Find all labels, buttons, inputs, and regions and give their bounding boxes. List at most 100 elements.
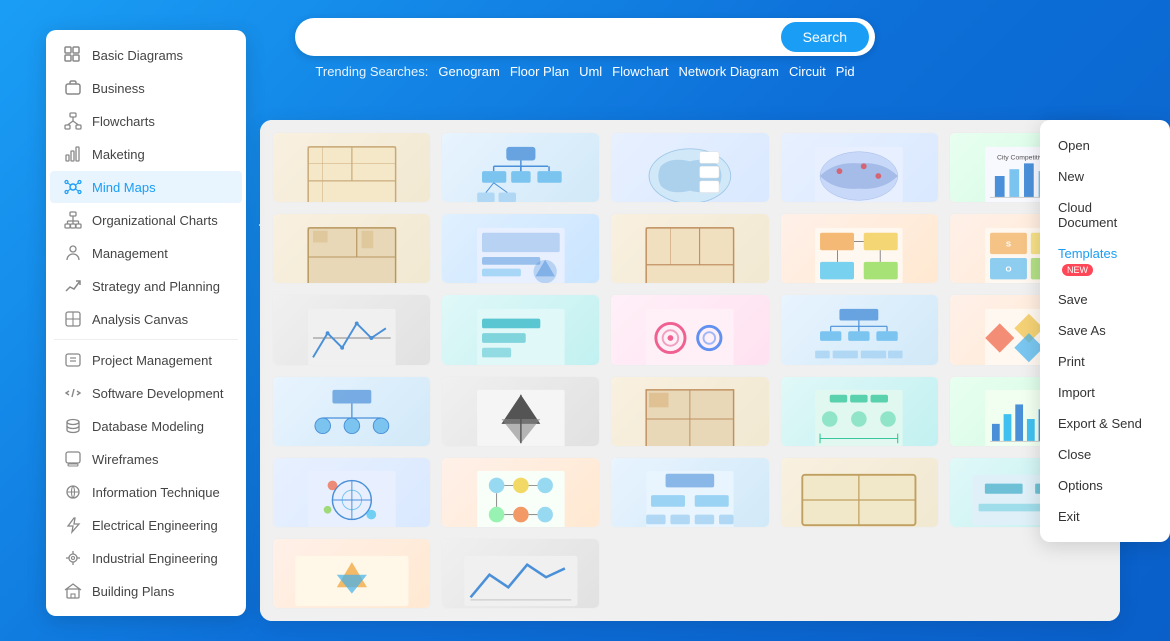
- template-card-home-plan-1[interactable]: Home Plan 1: [272, 132, 431, 203]
- sidebar-item-info-tech[interactable]: Information Technique: [50, 476, 242, 508]
- wire-icon: [64, 450, 82, 468]
- right-menu-cloud[interactable]: Cloud Document: [1040, 192, 1170, 238]
- sidebar-item-business[interactable]: Business: [50, 72, 242, 104]
- right-menu-new[interactable]: New: [1040, 161, 1170, 192]
- elec-icon: [64, 516, 82, 534]
- sidebar-item-database[interactable]: Database Modeling: [50, 410, 242, 442]
- template-thumb: [273, 133, 430, 203]
- template-thumb: [273, 458, 430, 528]
- template-thumb: [442, 458, 599, 528]
- right-menu-export[interactable]: Export & Send: [1040, 408, 1170, 439]
- template-thumb: [611, 214, 768, 284]
- right-menu-print[interactable]: Print: [1040, 346, 1170, 377]
- analysis-icon: [64, 310, 82, 328]
- right-menu-save[interactable]: Save: [1040, 284, 1170, 315]
- sidebar-item-maketing[interactable]: Maketing: [50, 138, 242, 170]
- template-thumb: [442, 295, 599, 365]
- sidebar-item-database-label: Database Modeling: [92, 419, 204, 434]
- sidebar-item-analysis-label: Analysis Canvas: [92, 312, 188, 327]
- right-menu-import[interactable]: Import: [1040, 377, 1170, 408]
- template-card-english-part[interactable]: English Part Of Sp...: [272, 457, 431, 528]
- template-gallery: Home Plan 1 Org Chart Set 3 Enhance Comp…: [260, 120, 1120, 621]
- new-badge: NEW: [1062, 264, 1093, 276]
- template-card-chart-3[interactable]: Chart 3: [610, 294, 769, 365]
- template-card-extra-1[interactable]: [780, 457, 939, 528]
- template-card-extra-3[interactable]: [272, 538, 431, 609]
- template-thumb: [781, 133, 938, 203]
- sidebar-item-analysis[interactable]: Analysis Canvas: [50, 303, 242, 335]
- template-card-life-plan[interactable]: Life Plan: [610, 457, 769, 528]
- sidebar-item-building[interactable]: Building Plans: [50, 575, 242, 607]
- right-menu-options[interactable]: Options: [1040, 470, 1170, 501]
- sidebar-item-flowcharts[interactable]: Flowcharts: [50, 105, 242, 137]
- sidebar-item-electrical[interactable]: Electrical Engineering: [50, 509, 242, 541]
- search-button[interactable]: Search: [781, 22, 869, 52]
- sidebar-item-wireframes[interactable]: Wireframes: [50, 443, 242, 475]
- right-menu-close[interactable]: Close: [1040, 439, 1170, 470]
- mindmap-icon: [64, 178, 82, 196]
- trending-pid[interactable]: Pid: [836, 64, 855, 79]
- template-card-flowchart-sample[interactable]: Flowchart Sample: [441, 457, 600, 528]
- template-card-org-chart-set-2[interactable]: Org Chart Set 2: [272, 376, 431, 447]
- sidebar-item-software-dev[interactable]: Software Development: [50, 377, 242, 409]
- bar-icon: [64, 145, 82, 163]
- briefcase-icon: [64, 79, 82, 97]
- sidebar-item-org-charts[interactable]: Organizational Charts: [50, 204, 242, 236]
- sidebar-item-mind-maps[interactable]: Mind Maps: [50, 171, 242, 203]
- template-card-enhance-competitit[interactable]: Enhance Competitit...: [610, 132, 769, 203]
- right-menu-templates[interactable]: TemplatesNEW: [1040, 238, 1170, 284]
- sidebar-item-software-dev-label: Software Development: [92, 386, 224, 401]
- trending-genogram[interactable]: Genogram: [438, 64, 499, 79]
- template-card-movement[interactable]: movement...: [441, 294, 600, 365]
- template-card-empirical-probability[interactable]: Empirical Probability: [441, 213, 600, 284]
- trending-flowchart[interactable]: Flowchart: [612, 64, 668, 79]
- trending-searches: Trending Searches: Genogram Floor Plan U…: [315, 64, 854, 79]
- trending-network-diagram[interactable]: Network Diagram: [679, 64, 779, 79]
- right-menu-exit[interactable]: Exit: [1040, 501, 1170, 532]
- template-thumb: [781, 295, 938, 365]
- template-thumb: [611, 377, 768, 447]
- left-sidebar: Basic Diagrams Business Flowcharts Maket…: [46, 30, 246, 616]
- sidebar-item-basic-diagrams[interactable]: Basic Diagrams: [50, 39, 242, 71]
- sidebar-item-business-label: Business: [92, 81, 145, 96]
- right-menu-open[interactable]: Open: [1040, 130, 1170, 161]
- template-card-desalination[interactable]: Desalination Experi...: [272, 294, 431, 365]
- template-thumb: [273, 214, 430, 284]
- sidebar-item-management[interactable]: Management: [50, 237, 242, 269]
- template-card-redesign-website[interactable]: Redesign Website...: [780, 213, 939, 284]
- trending-circuit[interactable]: Circuit: [789, 64, 826, 79]
- sidebar-item-project-mgmt[interactable]: Project Management: [50, 344, 242, 376]
- sidebar-item-mind-maps-label: Mind Maps: [92, 180, 156, 195]
- template-card-planning[interactable]: Plannin...: [610, 376, 769, 447]
- sidebar-item-flowcharts-label: Flowcharts: [92, 114, 155, 129]
- sidebar-item-strategy[interactable]: Strategy and Planning: [50, 270, 242, 302]
- template-card-chemical-experim[interactable]: Chemical Experim...: [780, 376, 939, 447]
- template-card-n3[interactable]: n 3: [272, 213, 431, 284]
- svg-text:O: O: [1005, 264, 1011, 273]
- sidebar-item-wireframes-label: Wireframes: [92, 452, 158, 467]
- sidebar-item-industrial[interactable]: Industrial Engineering: [50, 542, 242, 574]
- strategy-icon: [64, 277, 82, 295]
- trending-label: Trending Searches:: [315, 64, 428, 79]
- template-card-org-chart-set-3[interactable]: Org Chart Set 3: [441, 132, 600, 203]
- sidebar-item-building-label: Building Plans: [92, 584, 174, 599]
- right-menu-save-as[interactable]: Save As: [1040, 315, 1170, 346]
- template-thumb: [273, 539, 430, 609]
- trending-floor-plan[interactable]: Floor Plan: [510, 64, 569, 79]
- template-thumb: [781, 377, 938, 447]
- db-icon: [64, 417, 82, 435]
- template-card-extra-4[interactable]: [441, 538, 600, 609]
- sidebar-item-management-label: Management: [92, 246, 168, 261]
- template-card-department-org-chart[interactable]: Department Org Chart: [780, 294, 939, 365]
- template-thumb: [611, 295, 768, 365]
- template-grid: Home Plan 1 Org Chart Set 3 Enhance Comp…: [260, 120, 1120, 621]
- build-icon: [64, 582, 82, 600]
- template-thumb: [442, 133, 599, 203]
- template-card-business-matrix[interactable]: Business Matrix ...: [441, 376, 600, 447]
- sidebar-divider: [54, 339, 238, 340]
- template-card-home-plan-3[interactable]: Home Plan 3: [610, 213, 769, 284]
- trending-uml[interactable]: Uml: [579, 64, 602, 79]
- search-input[interactable]: [313, 29, 781, 45]
- sidebar-item-electrical-label: Electrical Engineering: [92, 518, 218, 533]
- template-card-world-map-2[interactable]: World Map 2: [780, 132, 939, 203]
